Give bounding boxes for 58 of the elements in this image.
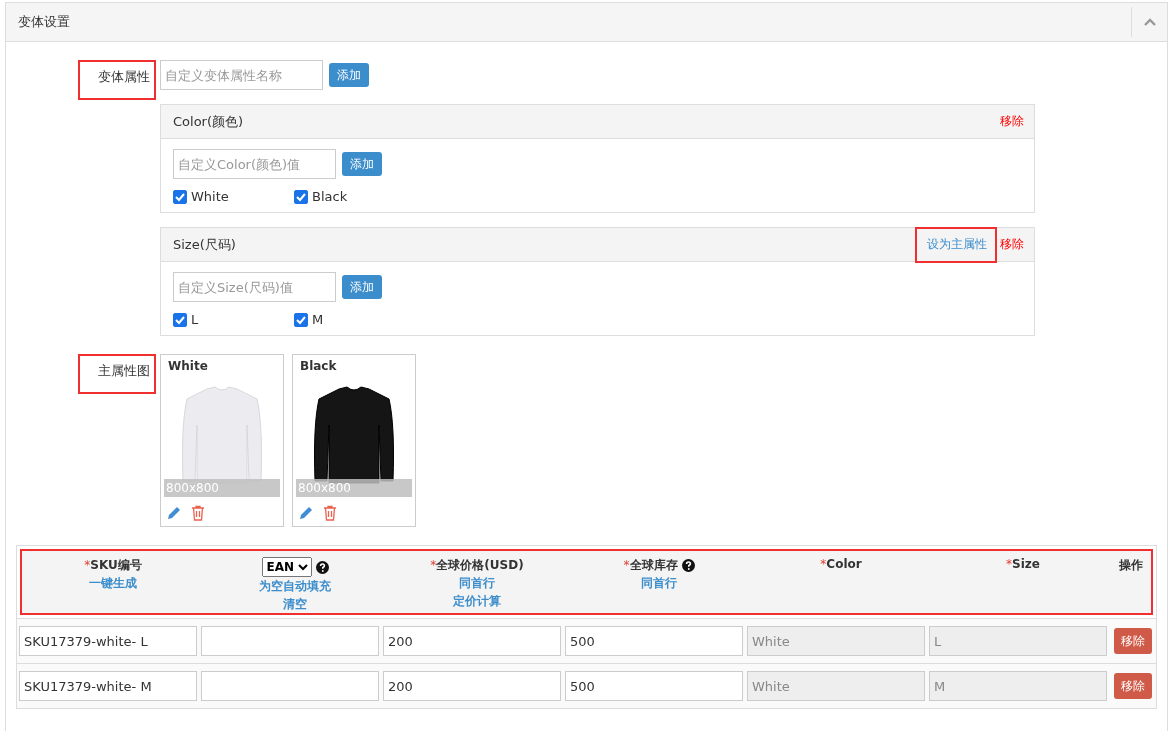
table-input[interactable]: 500 [565, 671, 743, 701]
checkbox-label: L [191, 312, 199, 327]
column-action-link[interactable]: 同首行 [641, 575, 677, 592]
table-input[interactable]: SKU17379-white- L [19, 626, 197, 656]
image-title: White [167, 359, 209, 375]
column-title: *全球价格(USD) [430, 557, 524, 574]
field-label: 主属性图 [78, 354, 156, 394]
remove-link[interactable]: 移除 [1000, 113, 1024, 130]
input-field[interactable]: 自定义Color(颜色)值 [173, 149, 336, 179]
column-action-link[interactable]: 一键生成 [89, 575, 137, 592]
delete-button[interactable] [322, 505, 338, 521]
trash-icon [322, 505, 338, 521]
chevron-up-icon [1142, 17, 1157, 27]
pencil-icon [298, 505, 314, 521]
column-title: *Size [1006, 557, 1040, 571]
column-action-link[interactable]: 定价计算 [453, 593, 501, 610]
remove-button[interactable]: 移除 [1113, 628, 1152, 654]
checkbox-label: M [312, 312, 324, 327]
column-title: 操作 [1119, 557, 1143, 574]
panel-title: 变体设置 [18, 13, 70, 31]
image-title: Black [299, 359, 338, 375]
checkbox[interactable] [173, 312, 187, 327]
checkbox[interactable] [294, 189, 308, 204]
table-input[interactable]: 200 [383, 671, 561, 701]
input-field[interactable]: 自定义变体属性名称 [160, 60, 323, 90]
add-button[interactable]: 添加 [342, 275, 382, 299]
checkbox-label: Black [312, 189, 348, 204]
delete-button[interactable] [190, 505, 206, 521]
remove-link[interactable]: 移除 [1000, 236, 1024, 253]
column-title: *全球库存 [623, 557, 678, 574]
input-field[interactable]: 自定义Size(尺码)值 [173, 272, 336, 302]
column-title: *SKU编号 [84, 557, 142, 574]
table-input[interactable] [201, 626, 379, 656]
column-action-link[interactable]: 清空 [283, 596, 307, 613]
edit-button[interactable] [298, 505, 314, 521]
checkbox[interactable] [294, 312, 308, 327]
add-button[interactable]: 添加 [329, 63, 369, 87]
remove-button[interactable]: 移除 [1113, 673, 1152, 699]
checkbox-label: White [191, 189, 229, 204]
attribute-name: Size(尺码) [173, 235, 236, 254]
set-main-link[interactable]: 设为主属性 [917, 228, 995, 261]
column-action-link[interactable]: 同首行 [459, 575, 495, 592]
edit-button[interactable] [166, 505, 182, 521]
table-input[interactable]: SKU17379-white- M [19, 671, 197, 701]
field-label: 变体属性 [78, 60, 156, 100]
pencil-icon [166, 505, 182, 521]
add-button[interactable]: 添加 [342, 152, 382, 176]
table-input[interactable] [201, 671, 379, 701]
image-size-label: 800x800 [164, 479, 280, 497]
image-size-label: 800x800 [296, 479, 412, 497]
column-title: *Color [820, 557, 862, 571]
attribute-name: Color(颜色) [173, 112, 244, 131]
column-action-link[interactable]: 为空自动填充 [259, 578, 331, 595]
table-input[interactable]: 500 [565, 626, 743, 656]
code-type-dropdown[interactable]: EAN [261, 557, 312, 577]
checkbox[interactable] [173, 189, 187, 204]
table-input[interactable]: 200 [383, 626, 561, 656]
trash-icon [190, 505, 206, 521]
